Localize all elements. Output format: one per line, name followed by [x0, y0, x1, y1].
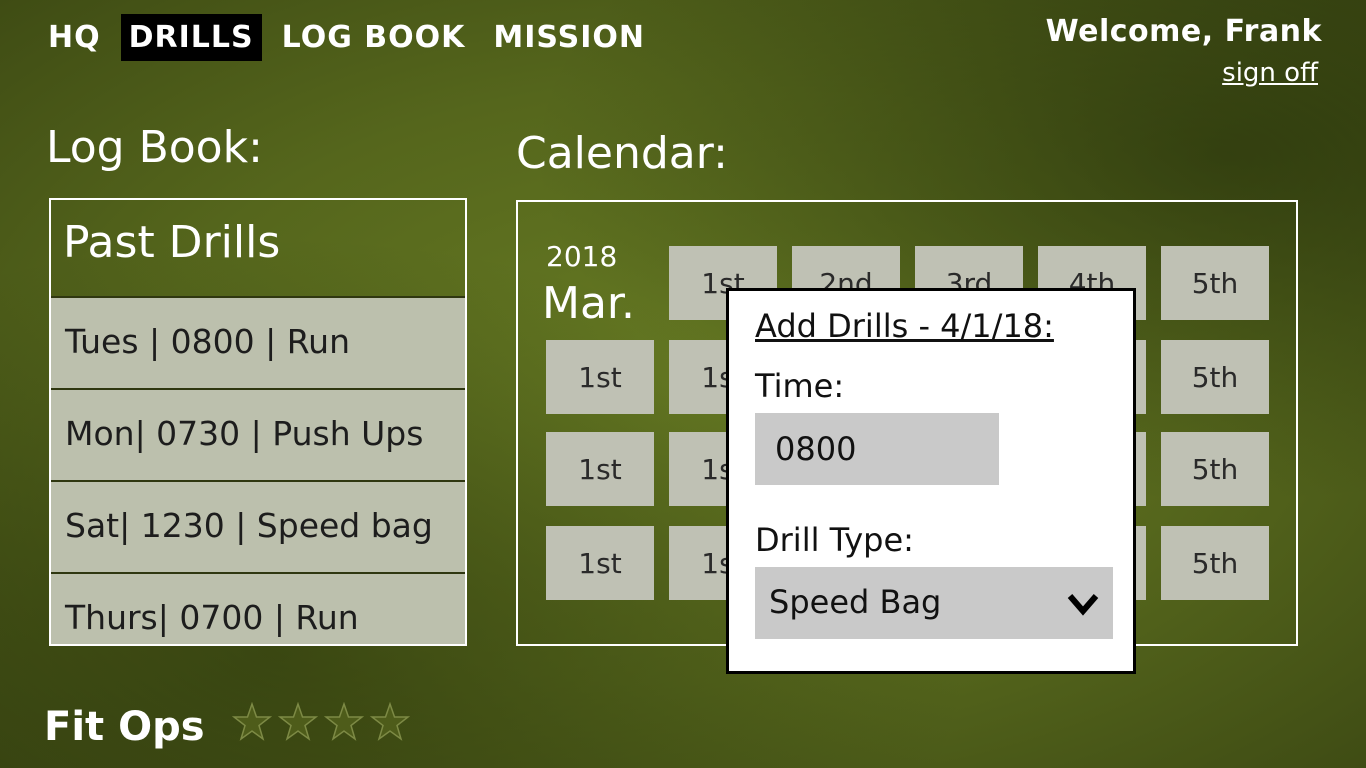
main-nav: HQ DRILLS LOG BOOK MISSION	[40, 14, 653, 61]
nav-drills[interactable]: DRILLS	[120, 14, 262, 61]
time-input[interactable]	[755, 413, 999, 485]
chevron-down-icon	[1067, 594, 1099, 616]
list-item[interactable]: Thurs| 0700 | Run	[51, 574, 465, 644]
past-drills-title: Past Drills	[51, 200, 465, 298]
list-item[interactable]: Mon| 0730 | Push Ups	[51, 390, 465, 482]
welcome-text: Welcome, Frank	[1045, 14, 1322, 49]
list-item[interactable]: Tues | 0800 | Run	[51, 298, 465, 390]
past-drills-panel: Past Drills Tues | 0800 | Run Mon| 0730 …	[49, 198, 467, 646]
nav-log-book[interactable]: LOG BOOK	[274, 14, 474, 61]
calendar-cell[interactable]: 5th	[1161, 432, 1269, 506]
time-label: Time:	[755, 367, 845, 405]
calendar-month: Mar.	[542, 278, 635, 329]
logbook-heading: Log Book:	[46, 122, 263, 173]
star-icon	[370, 702, 410, 741]
drill-type-select[interactable]: Speed Bag	[755, 567, 1113, 639]
star-icon	[324, 702, 364, 741]
drill-type-value: Speed Bag	[769, 583, 942, 621]
brand-logo: Fit Ops	[44, 704, 205, 750]
calendar-year: 2018	[546, 240, 618, 273]
sign-off-link[interactable]: sign off	[1222, 58, 1318, 88]
dialog-title: Add Drills - 4/1/18:	[755, 307, 1054, 345]
nav-mission[interactable]: MISSION	[485, 14, 653, 61]
calendar-cell[interactable]: 5th	[1161, 340, 1269, 414]
calendar-cell[interactable]: 5th	[1161, 246, 1269, 320]
add-drills-dialog: Add Drills - 4/1/18: Time: Drill Type: S…	[726, 288, 1136, 674]
rating-stars	[232, 702, 410, 742]
star-icon	[278, 702, 318, 741]
list-item[interactable]: Sat| 1230 | Speed bag	[51, 482, 465, 574]
nav-hq[interactable]: HQ	[40, 14, 109, 61]
calendar-cell[interactable]: 1st	[546, 526, 654, 600]
calendar-cell[interactable]: 1st	[546, 432, 654, 506]
calendar-cell[interactable]: 1st	[546, 340, 654, 414]
drill-type-label: Drill Type:	[755, 521, 914, 559]
calendar-cell[interactable]: 5th	[1161, 526, 1269, 600]
calendar-heading: Calendar:	[516, 128, 728, 179]
star-icon	[232, 702, 272, 741]
